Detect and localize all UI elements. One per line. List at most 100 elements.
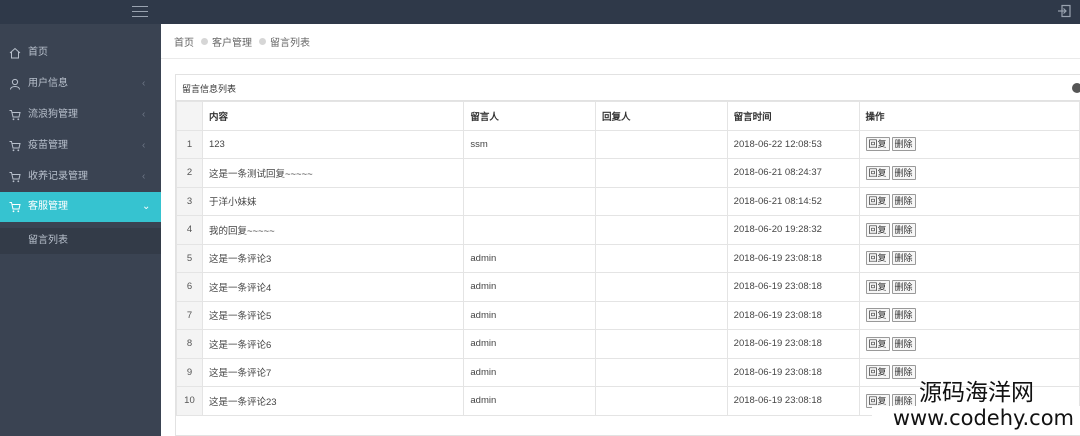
breadcrumb-customer[interactable]: 客户管理 [212, 34, 252, 49]
sidebar-subitem-message-list[interactable]: 留言列表 [0, 228, 161, 254]
message-content: 这是一条评论7 [201, 357, 465, 387]
row-actions: 回复 删除 [858, 243, 1080, 273]
table-row: 6 这是一条评论4 admin 2018-06-19 23:08:18 回复 删除 [176, 272, 1080, 302]
sidebar-item-user-info[interactable]: 用户信息 ‹ [0, 69, 161, 99]
sidebar-item-stray-dog[interactable]: 流浪狗管理 ‹ [0, 100, 161, 130]
message-content: 这是一条评论5 [201, 300, 465, 330]
message-author: admin [463, 300, 597, 330]
message-replier [595, 329, 728, 359]
message-time: 2018-06-21 08:14:52 [726, 186, 860, 216]
collapse-icon[interactable] [1072, 83, 1080, 93]
cart-icon [9, 110, 21, 121]
row-index: 9 [176, 357, 203, 387]
message-time: 2018-06-20 19:28:32 [726, 215, 860, 245]
message-author: ssm [463, 129, 597, 159]
message-time: 2018-06-19 23:08:18 [726, 329, 860, 359]
logout-icon[interactable] [1057, 3, 1073, 19]
watermark: 源码海洋网 www.codehy.com [872, 380, 1080, 430]
message-content: 123 [201, 129, 465, 159]
breadcrumb-separator-icon [201, 38, 208, 45]
table-row: 1 123 ssm 2018-06-22 12:08:53 回复 删除 [176, 129, 1080, 159]
sidebar-item-home[interactable]: 首页 [0, 38, 161, 68]
sidebar-item-label: 收养记录管理 [28, 171, 88, 182]
chevron-down-icon: ⌄ [142, 201, 151, 212]
chevron-left-icon: ‹ [142, 171, 146, 182]
delete-button[interactable]: 删除 [891, 251, 916, 266]
row-index: 10 [176, 386, 203, 416]
cart-icon [9, 141, 21, 152]
message-content: 我的回复~~~~~ [201, 215, 465, 245]
delete-button[interactable]: 删除 [891, 365, 916, 380]
panel-title: 留言信息列表 [182, 84, 237, 94]
delete-button[interactable]: 删除 [891, 279, 916, 294]
message-time: 2018-06-22 12:08:53 [726, 129, 860, 159]
breadcrumb-home[interactable]: 首页 [174, 34, 194, 49]
watermark-url: www.codehy.com [872, 406, 1080, 430]
sidebar-item-adoption[interactable]: 收养记录管理 ‹ [0, 162, 161, 192]
reply-button[interactable]: 回复 [865, 251, 890, 266]
row-actions: 回复 删除 [858, 186, 1080, 216]
message-replier [595, 129, 728, 159]
delete-button[interactable]: 删除 [891, 222, 916, 237]
row-index: 4 [176, 215, 203, 245]
column-header: 操作 [858, 101, 1080, 131]
message-author [463, 186, 597, 216]
message-replier [595, 243, 728, 273]
sidebar-item-vaccine[interactable]: 疫苗管理 ‹ [0, 131, 161, 161]
message-author: admin [463, 272, 597, 302]
reply-button[interactable]: 回复 [865, 137, 890, 152]
sidebar-item-label: 首页 [28, 47, 48, 58]
sidebar: 首页 用户信息 ‹ 流浪狗管理 ‹ 疫苗管理 ‹ 收养记录管理 ‹ 客服管理 ⌄… [0, 24, 161, 436]
table-row: 8 这是一条评论6 admin 2018-06-19 23:08:18 回复 删除 [176, 329, 1080, 359]
delete-button[interactable]: 删除 [891, 194, 916, 209]
message-time: 2018-06-19 23:08:18 [726, 243, 860, 273]
chevron-left-icon: ‹ [142, 78, 146, 89]
user-icon [10, 78, 20, 90]
reply-button[interactable]: 回复 [865, 194, 890, 209]
message-content: 于洋小妹妹 [201, 186, 465, 216]
message-content: 这是一条评论3 [201, 243, 465, 273]
reply-button[interactable]: 回复 [865, 165, 890, 180]
message-time: 2018-06-19 23:08:18 [726, 357, 860, 387]
table-row: 4 我的回复~~~~~ 2018-06-20 19:28:32 回复 删除 [176, 215, 1080, 245]
message-replier [595, 300, 728, 330]
delete-button[interactable]: 删除 [891, 165, 916, 180]
sidebar-subitem-label: 留言列表 [28, 235, 68, 246]
reply-button[interactable]: 回复 [865, 279, 890, 294]
message-author [463, 215, 597, 245]
message-table: 内容 留言人 回复人 留言时间 操作 1 123 ssm 2018-06-22 12:… [176, 101, 1080, 416]
reply-button[interactable]: 回复 [865, 336, 890, 351]
row-index: 8 [176, 329, 203, 359]
message-content: 这是一条评论4 [201, 272, 465, 302]
reply-button[interactable]: 回复 [865, 365, 890, 380]
message-author: admin [463, 386, 597, 416]
row-index: 2 [176, 158, 203, 188]
message-author: admin [463, 243, 597, 273]
table-row: 2 这是一条测试回复~~~~~ 2018-06-21 08:24:37 回复 删除 [176, 158, 1080, 188]
table-row: 7 这是一条评论5 admin 2018-06-19 23:08:18 回复 删除 [176, 300, 1080, 330]
row-index: 6 [176, 272, 203, 302]
table-header-row: 内容 留言人 回复人 留言时间 操作 [176, 101, 1080, 131]
cart-icon [9, 202, 21, 213]
delete-button[interactable]: 删除 [891, 137, 916, 152]
message-content: 这是一条测试回复~~~~~ [201, 158, 465, 188]
reply-button[interactable]: 回复 [865, 222, 890, 237]
delete-button[interactable]: 删除 [891, 308, 916, 323]
cart-icon [9, 172, 21, 183]
sidebar-item-label: 疫苗管理 [28, 140, 68, 151]
sidebar-item-customer-service[interactable]: 客服管理 ⌄ [0, 192, 161, 222]
message-time: 2018-06-19 23:08:18 [726, 300, 860, 330]
breadcrumb-divider [161, 58, 1080, 59]
breadcrumb-separator-icon [259, 38, 266, 45]
delete-button[interactable]: 删除 [891, 336, 916, 351]
menu-toggle-icon[interactable] [132, 6, 148, 18]
column-header: 内容 [201, 101, 465, 131]
table-row: 3 于洋小妹妹 2018-06-21 08:14:52 回复 删除 [176, 186, 1080, 216]
message-author: admin [463, 357, 597, 387]
table-row: 5 这是一条评论3 admin 2018-06-19 23:08:18 回复 删除 [176, 243, 1080, 273]
message-replier [595, 357, 728, 387]
chevron-left-icon: ‹ [142, 140, 146, 151]
message-replier [595, 215, 728, 245]
index-header [176, 101, 203, 131]
reply-button[interactable]: 回复 [865, 308, 890, 323]
